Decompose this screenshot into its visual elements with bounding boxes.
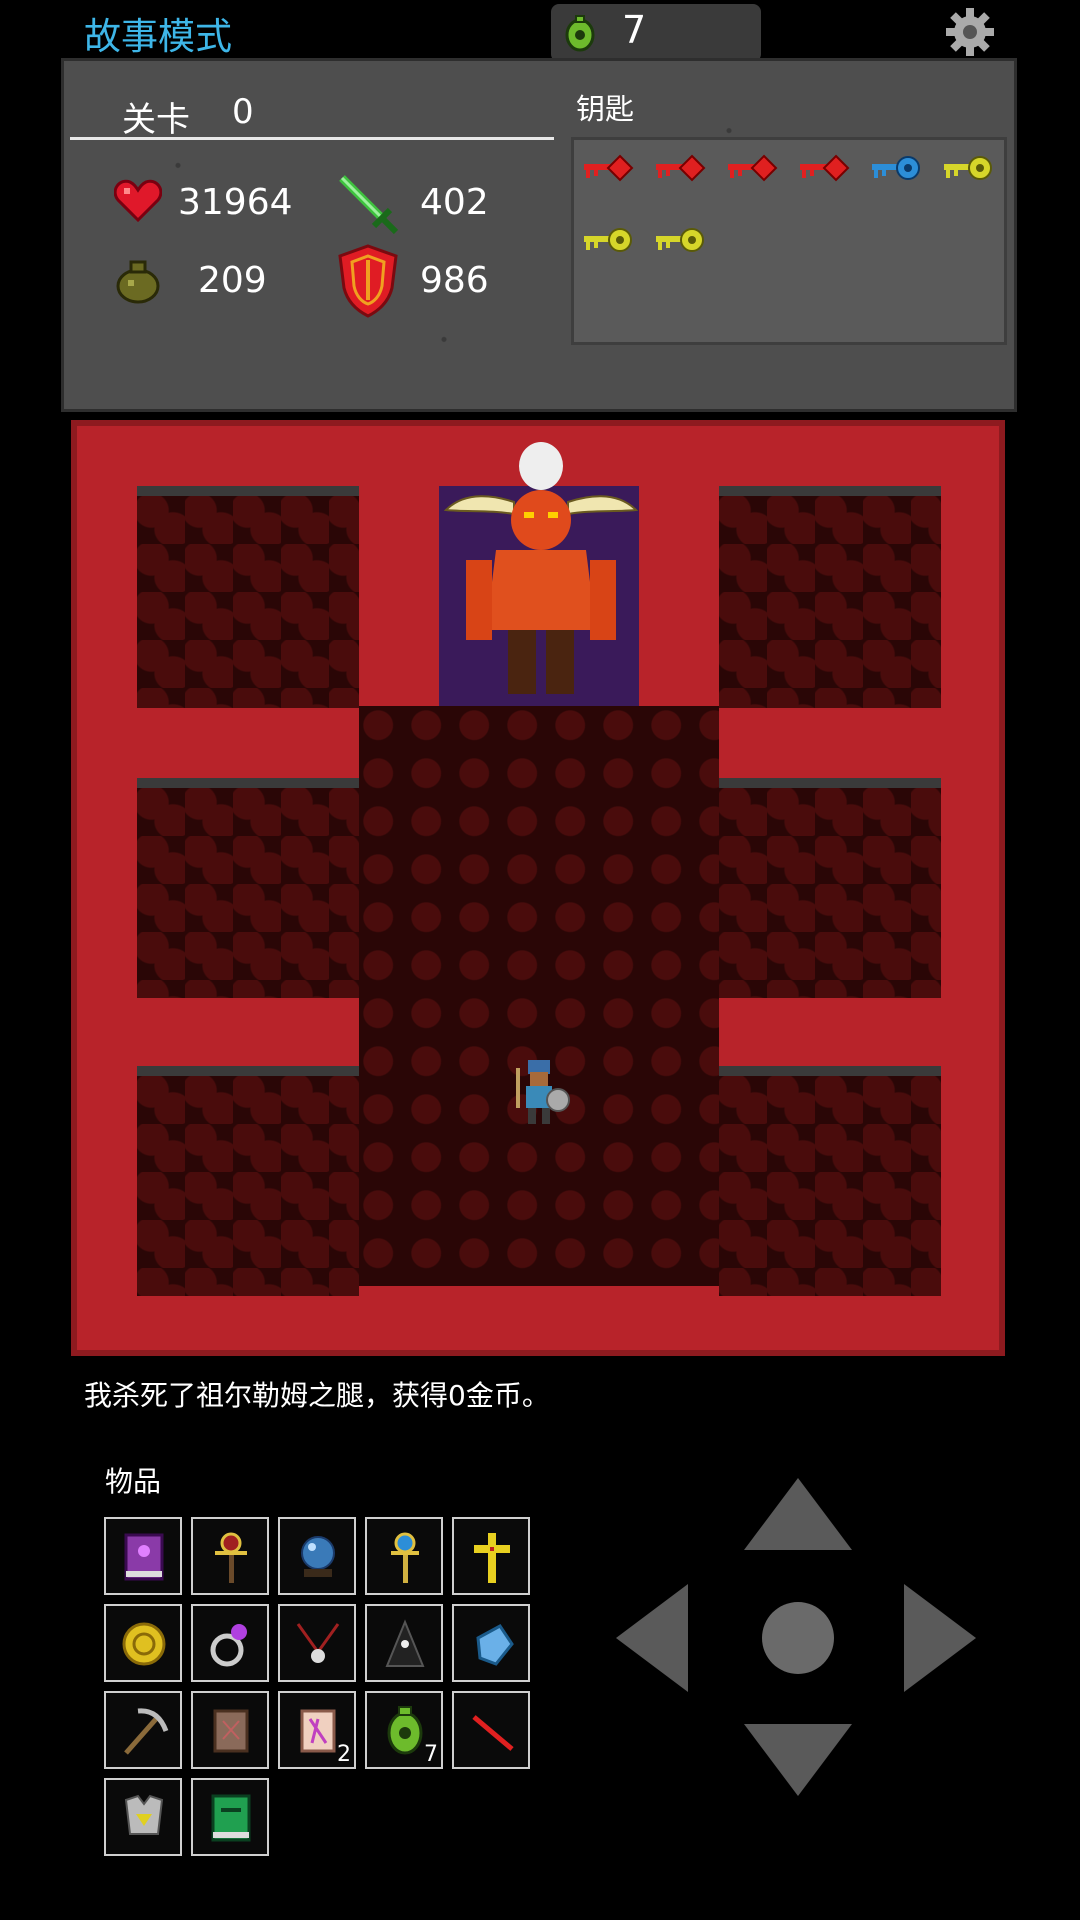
amulet-icon xyxy=(296,1623,340,1663)
keys-label: 钥匙 xyxy=(576,92,635,126)
inventory-slot[interactable] xyxy=(278,1517,356,1595)
magic-ring-icon xyxy=(210,1624,247,1667)
map-room xyxy=(137,1066,359,1296)
inventory-slot[interactable] xyxy=(191,1517,269,1595)
inventory-slot[interactable] xyxy=(452,1604,530,1682)
level-label: 关卡 xyxy=(122,100,190,140)
yellow-key-icon xyxy=(584,228,632,252)
inventory-slot[interactable] xyxy=(365,1517,443,1595)
hooded-cloak-icon xyxy=(385,1619,425,1667)
inventory-slot[interactable] xyxy=(278,1604,356,1682)
inventory-slot[interactable] xyxy=(104,1604,182,1682)
direction-pad xyxy=(616,1478,976,1796)
level-underline xyxy=(70,137,554,140)
green-gem-icon xyxy=(565,15,595,52)
sword-icon xyxy=(339,175,399,235)
holy-cross-icon xyxy=(474,1533,510,1583)
heart-icon xyxy=(114,179,162,222)
map-room xyxy=(719,1066,941,1296)
keys-box xyxy=(571,137,1007,345)
inventory-slot[interactable] xyxy=(191,1604,269,1682)
map-room xyxy=(719,486,941,708)
red-wand-icon xyxy=(472,1715,514,1751)
inventory-slot[interactable] xyxy=(191,1691,269,1769)
gold-bag-icon xyxy=(116,260,160,304)
gem-count: 7 xyxy=(622,8,647,52)
item-count: 7 xyxy=(424,1742,438,1767)
dpad-center-button[interactable] xyxy=(762,1602,834,1674)
battle-log-message: 我杀死了祖尔勒姆之腿，获得0金币。 xyxy=(84,1379,550,1412)
scroll-icon xyxy=(213,1709,249,1753)
items-label: 物品 xyxy=(105,1465,162,1498)
red-key-icon xyxy=(656,154,706,182)
inventory-slot[interactable] xyxy=(452,1517,530,1595)
dpad-right-button[interactable] xyxy=(904,1584,976,1692)
armor-icon xyxy=(124,1794,164,1835)
level-value: 0 xyxy=(232,92,254,132)
red-key-icon xyxy=(800,154,850,182)
mode-title[interactable]: 故事模式 xyxy=(84,6,232,60)
inventory-slot[interactable] xyxy=(104,1691,182,1769)
inventory-slot[interactable] xyxy=(104,1778,182,1856)
red-key-icon xyxy=(728,154,778,182)
inventory-slot[interactable] xyxy=(452,1691,530,1769)
settings-gear-icon[interactable] xyxy=(944,6,996,58)
green-book-icon xyxy=(211,1794,251,1842)
defense-value: 986 xyxy=(420,260,489,301)
pickaxe-icon xyxy=(124,1708,169,1755)
shield-icon xyxy=(338,244,398,318)
dpad-up-button[interactable] xyxy=(744,1478,852,1550)
red-key-icon xyxy=(584,154,634,182)
gold-value: 209 xyxy=(198,260,267,301)
dpad-left-button[interactable] xyxy=(616,1584,688,1692)
center-corridor xyxy=(359,706,719,1286)
glove-icon xyxy=(476,1624,514,1666)
map-room xyxy=(137,778,359,998)
yellow-key-icon xyxy=(944,156,992,180)
staff-icon xyxy=(215,1532,247,1583)
gold-coin-icon xyxy=(122,1622,166,1666)
blue-key-icon xyxy=(872,156,920,180)
map-room xyxy=(137,486,359,708)
hp-value: 31964 xyxy=(178,182,293,223)
attack-value: 402 xyxy=(420,182,489,223)
dpad-down-button[interactable] xyxy=(744,1724,852,1796)
item-count: 2 xyxy=(337,1742,351,1767)
golden-scepter-icon xyxy=(391,1532,419,1583)
inventory-slot[interactable]: 2 xyxy=(278,1691,356,1769)
inventory-slot[interactable] xyxy=(365,1604,443,1682)
inventory-slot[interactable]: 7 xyxy=(365,1691,443,1769)
yellow-key-icon xyxy=(656,228,704,252)
gem-counter-box xyxy=(551,4,761,62)
inventory-slot[interactable] xyxy=(191,1778,269,1856)
inventory-slot[interactable] xyxy=(104,1517,182,1595)
crystal-ball-icon xyxy=(301,1536,335,1577)
spellbook-icon xyxy=(124,1533,164,1581)
demon-boss-sprite[interactable] xyxy=(436,440,646,700)
map-room xyxy=(719,778,941,998)
hero-sprite[interactable] xyxy=(512,1058,570,1126)
